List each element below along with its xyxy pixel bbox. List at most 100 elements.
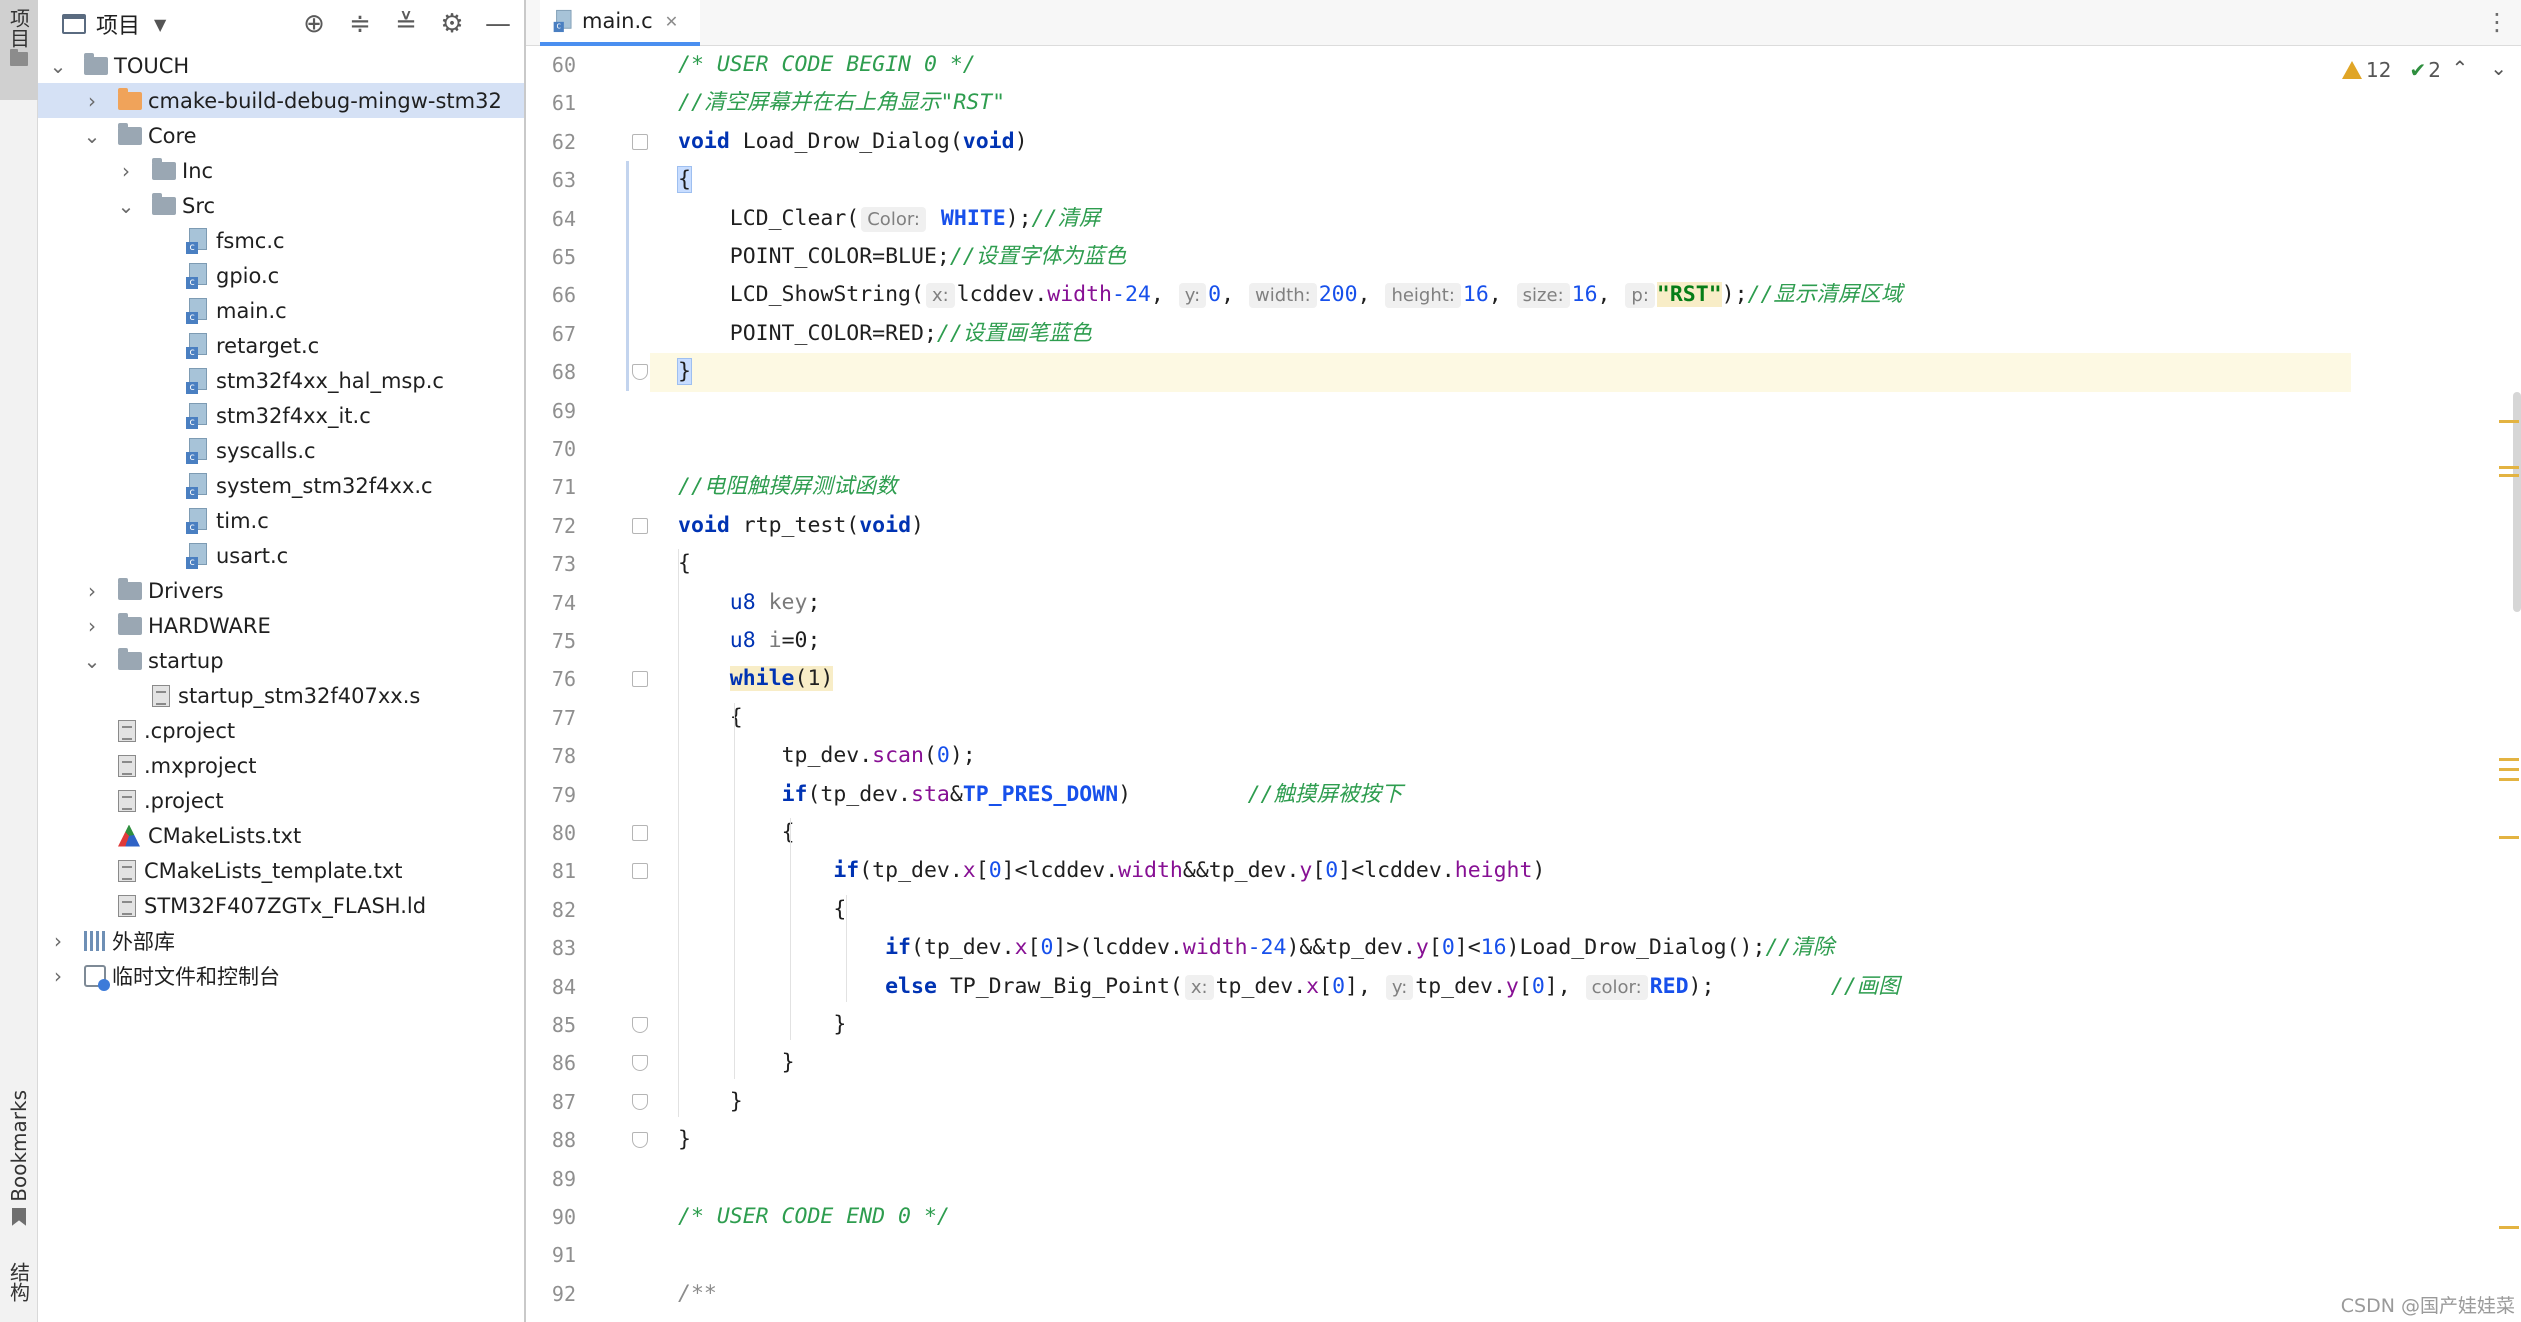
tree-item[interactable]: usart.c [38, 538, 524, 573]
tree-item[interactable]: .project [38, 783, 524, 818]
tree-item[interactable]: › cmake-build-debug-mingw-stm32 [38, 83, 524, 118]
crosshair-icon[interactable]: ⊕ [298, 8, 330, 40]
bookmarks-tool-button[interactable]: Bookmarks [0, 1090, 38, 1240]
code-line[interactable]: } [650, 1006, 2351, 1044]
code-line[interactable]: u8 i=0; [650, 622, 2351, 660]
collapse-all-icon[interactable]: ≚ [390, 8, 422, 40]
fold-toggle-icon[interactable] [632, 1093, 648, 1110]
code-line[interactable]: if(tp_dev.sta&TP_PRES_DOWN) //触摸屏被按下 [650, 776, 2351, 814]
code-line[interactable]: /** [650, 1275, 2351, 1313]
tree-item[interactable]: system_stm32f4xx.c [38, 468, 524, 503]
chevron-down-icon[interactable]: ⌄ [116, 194, 136, 218]
typos-indicator[interactable]: ✔ 2 [2410, 58, 2442, 82]
code-line[interactable]: void rtp_test(void) [650, 507, 2351, 545]
fold-toggle-icon[interactable] [632, 133, 648, 150]
code-line[interactable]: while(1) [650, 660, 2351, 698]
tree-item[interactable]: ⌄ Core [38, 118, 524, 153]
code-line[interactable]: { [650, 545, 2351, 583]
code-line[interactable]: { [650, 699, 2351, 737]
warning-marker[interactable] [2499, 420, 2519, 423]
code-line[interactable]: LCD_Clear(Color: WHITE);//清屏 [650, 200, 2351, 238]
tree-item[interactable]: .mxproject [38, 748, 524, 783]
warning-marker[interactable] [2499, 466, 2519, 469]
code-line[interactable]: POINT_COLOR=BLUE;//设置字体为蓝色 [650, 238, 2351, 276]
code-line[interactable] [650, 392, 2351, 430]
close-icon[interactable]: ✕ [665, 12, 678, 31]
tab-main-c[interactable]: main.c ✕ [540, 0, 700, 46]
chevron-down-icon[interactable]: ⌄ [82, 124, 102, 148]
code-line[interactable]: else TP_Draw_Big_Point(x: tp_dev.x[0], y:… [650, 968, 2351, 1006]
chevron-up-icon[interactable]: ⌃ [2451, 56, 2468, 80]
warning-marker[interactable] [2499, 1226, 2519, 1229]
chevron-right-icon[interactable]: › [82, 579, 102, 603]
code-line[interactable]: { [650, 161, 2351, 199]
code-line[interactable]: if(tp_dev.x[0]<lcddev.width&&tp_dev.y[0]… [650, 852, 2351, 890]
code-line[interactable]: } [650, 1044, 2351, 1082]
expand-all-icon[interactable]: ≑ [344, 8, 376, 40]
code-line[interactable]: { [650, 891, 2351, 929]
tree-item[interactable]: ⌄ Src [38, 188, 524, 223]
code-line[interactable]: tp_dev.scan(0); [650, 737, 2351, 775]
chevron-right-icon[interactable]: › [82, 89, 102, 113]
chevron-right-icon[interactable]: › [116, 159, 136, 183]
inspection-widget[interactable]: 12 ✔ 2 [2342, 58, 2441, 82]
fold-toggle-icon[interactable] [632, 517, 648, 534]
fold-toggle-icon[interactable] [632, 671, 648, 688]
gear-icon[interactable]: ⚙ [436, 8, 468, 40]
chevron-right-icon[interactable]: › [82, 614, 102, 638]
tree-item[interactable]: stm32f4xx_hal_msp.c [38, 363, 524, 398]
tree-item[interactable]: retarget.c [38, 328, 524, 363]
scrollbar-thumb[interactable] [2513, 392, 2521, 612]
warning-marker[interactable] [2499, 836, 2519, 839]
minimize-icon[interactable]: — [482, 8, 514, 40]
editor-scrollbar[interactable] [2497, 46, 2521, 1322]
code-line[interactable]: //清空屏幕并在右上角显示"RST" [650, 84, 2351, 122]
structure-tool-button[interactable]: 结构 [0, 1262, 38, 1322]
tree-item[interactable]: CMakeLists.txt [38, 818, 524, 853]
fold-toggle-icon[interactable] [632, 863, 648, 880]
tree-item[interactable]: › HARDWARE [38, 608, 524, 643]
tree-item[interactable]: main.c [38, 293, 524, 328]
vcs-change-marker[interactable] [626, 161, 629, 391]
line-number-gutter[interactable]: 60 61 62 63 64 65 66 67 68 69 70 71 72 73 74 75 76 77 78 79… [526, 46, 650, 1322]
warning-marker[interactable] [2499, 758, 2519, 761]
tree-item[interactable]: › 外部库 [38, 923, 524, 958]
more-icon[interactable]: ⋮ [2485, 8, 2509, 36]
chevron-down-icon[interactable]: ⌄ [82, 649, 102, 673]
tree-item[interactable]: ⌄ startup [38, 643, 524, 678]
code-area[interactable]: /* USER CODE BEGIN 0 */ //清空屏幕并在右上角显示"RST… [650, 46, 2351, 1322]
code-line[interactable]: if(tp_dev.x[0]>(lcddev.width-24)&&tp_dev… [650, 929, 2351, 967]
code-line[interactable]: /* USER CODE END 0 */ [650, 1198, 2351, 1236]
tree-item[interactable]: syscalls.c [38, 433, 524, 468]
tree-item[interactable]: › 临时文件和控制台 [38, 958, 524, 993]
fold-toggle-icon[interactable] [632, 1055, 648, 1072]
code-line[interactable]: /* USER CODE BEGIN 0 */ [650, 46, 2351, 84]
chevron-right-icon[interactable]: › [48, 929, 68, 953]
tree-item[interactable]: CMakeLists_template.txt [38, 853, 524, 888]
tree-item[interactable]: STM32F407ZGTx_FLASH.ld [38, 888, 524, 923]
code-line[interactable]: } [650, 353, 2351, 392]
code-line[interactable] [650, 1236, 2351, 1274]
tree-item[interactable]: › Drivers [38, 573, 524, 608]
code-line[interactable]: } [650, 1083, 2351, 1121]
code-line[interactable]: void Load_Drow_Dialog(void) [650, 123, 2351, 161]
tree-item[interactable]: ⌄ TOUCH [38, 48, 524, 83]
warning-marker[interactable] [2499, 474, 2519, 477]
chevron-right-icon[interactable]: › [48, 964, 68, 988]
code-line[interactable] [650, 430, 2351, 468]
code-line[interactable] [650, 1160, 2351, 1198]
code-line[interactable]: LCD_ShowString(x: lcddev.width-24, y: 0, w… [650, 276, 2351, 314]
chevron-down-icon[interactable]: ⌄ [48, 54, 68, 78]
project-panel-title[interactable]: 项目 [96, 8, 140, 40]
project-tool-button[interactable]: 项目 [0, 0, 38, 100]
code-line[interactable]: POINT_COLOR=RED;//设置画笔蓝色 [650, 315, 2351, 353]
tree-item[interactable]: fsmc.c [38, 223, 524, 258]
fold-toggle-icon[interactable] [632, 1017, 648, 1033]
tree-item[interactable]: startup_stm32f407xx.s [38, 678, 524, 713]
chevron-down-icon[interactable]: ▼ [154, 15, 166, 34]
code-line[interactable]: //电阻触摸屏测试函数 [650, 468, 2351, 506]
fold-toggle-icon[interactable] [632, 364, 648, 381]
tree-item[interactable]: gpio.c [38, 258, 524, 293]
tree-item[interactable]: › Inc [38, 153, 524, 188]
tree-item[interactable]: .cproject [38, 713, 524, 748]
